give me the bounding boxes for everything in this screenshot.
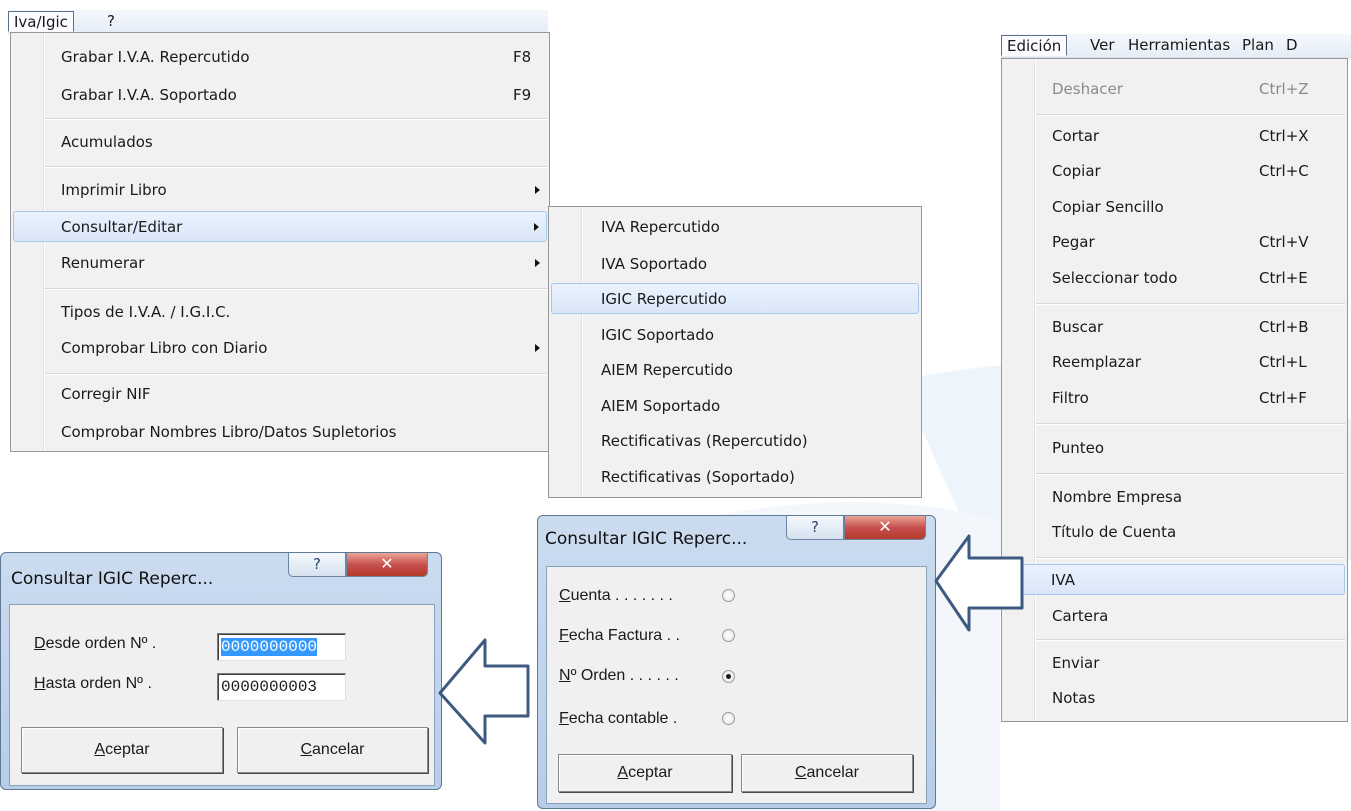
left-arrow-icon	[438, 638, 530, 745]
